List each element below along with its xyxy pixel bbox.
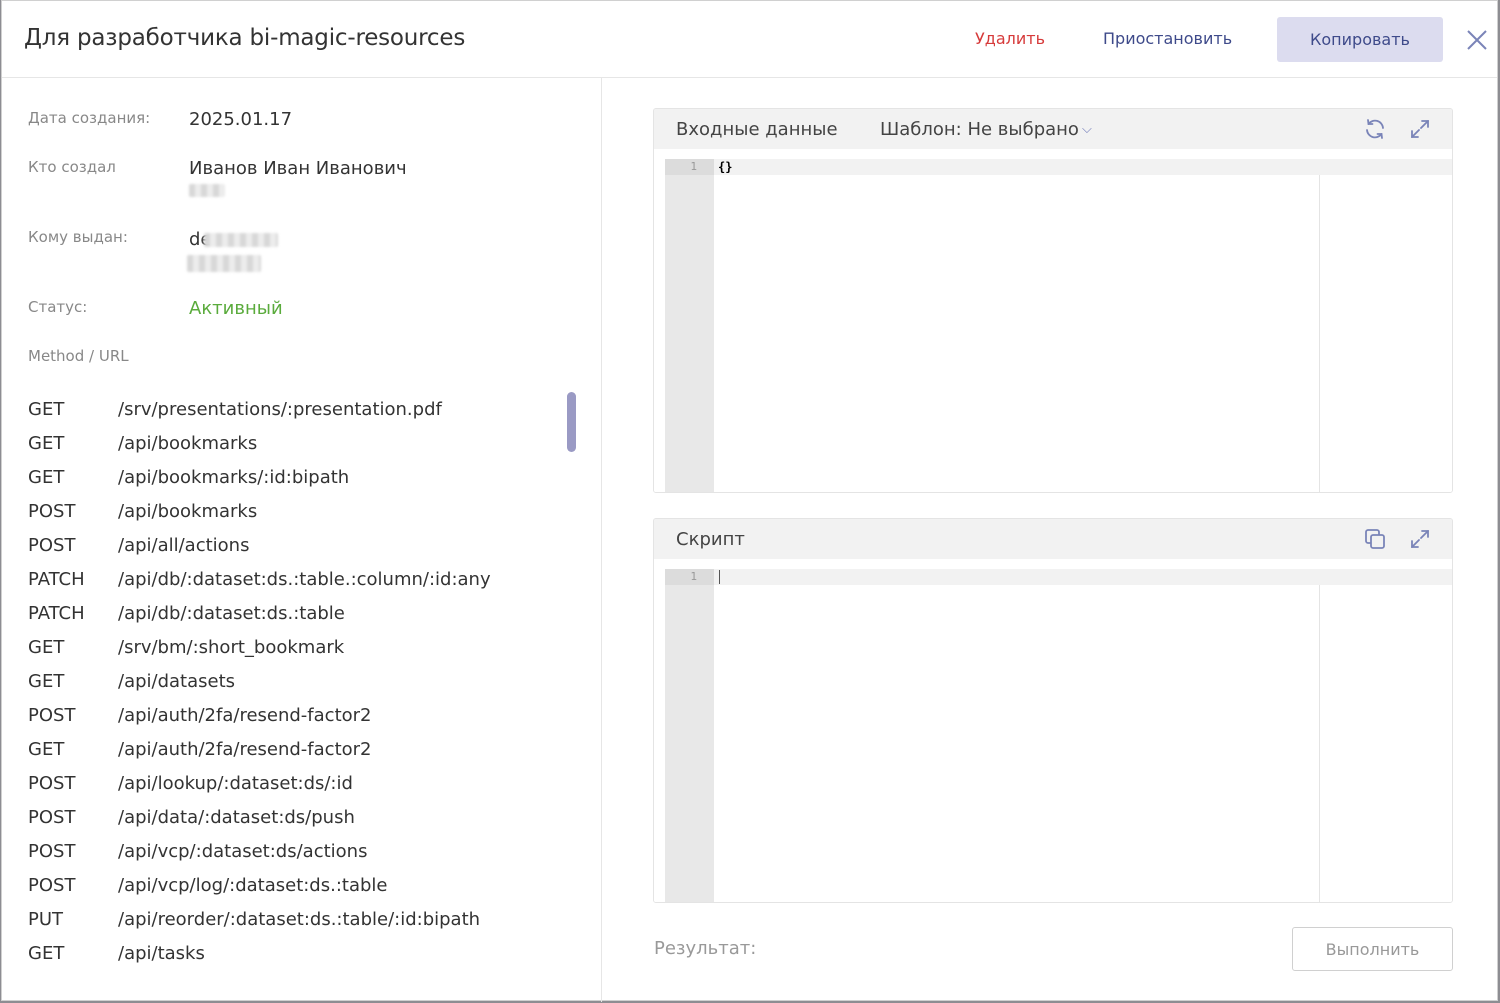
close-icon[interactable] [1465,28,1489,52]
status-label: Статус: [28,298,88,316]
route-url: /api/data/:dataset:ds/push [118,807,355,828]
input-data-editor[interactable]: 1 {} [654,149,1452,492]
route-row: POST/api/data/:dataset:ds/push [28,799,558,833]
created-date-value: 2025.01.17 [189,109,293,130]
script-editor[interactable]: 1 [654,559,1452,902]
route-row: GET/api/datasets [28,663,558,697]
route-row: GET/api/bookmarks [28,425,558,459]
route-url: /api/db/:dataset:ds.:table [118,603,345,624]
expand-icon[interactable] [1408,117,1432,141]
editor-gutter [665,159,714,492]
route-url: /api/bookmarks [118,433,258,454]
script-header: Скрипт [654,519,1452,559]
route-method: POST [28,807,76,828]
route-method: GET [28,671,65,692]
route-row: POST/api/vcp/:dataset:ds/actions [28,833,558,867]
route-method: POST [28,841,76,862]
route-method: PATCH [28,569,85,590]
refresh-icon[interactable] [1363,117,1387,141]
route-row: POST/api/auth/2fa/resend-factor2 [28,697,558,731]
redacted-issued-to-extra [187,255,261,272]
routes-list: GET/srv/presentations/:presentation.pdf G… [28,391,558,969]
editor-print-margin [1319,585,1320,902]
run-button[interactable]: Выполнить [1292,927,1453,971]
route-method: POST [28,773,76,794]
chevron-down-icon: ⌵ [1081,122,1092,137]
modal-header: Для разработчика bi-magic-resources Удал… [2,1,1497,78]
editor-gutter [665,569,714,902]
redacted-issued-to [204,233,278,247]
route-method: POST [28,705,76,726]
routes-header: Method / URL [28,347,129,365]
route-method: GET [28,943,65,964]
route-row: GET/srv/bm/:short_bookmark [28,629,558,663]
route-method: POST [28,501,76,522]
created-date-label: Дата создания: [28,109,151,127]
route-method: POST [28,875,76,896]
expand-icon[interactable] [1408,527,1432,551]
route-row: GET/api/auth/2fa/resend-factor2 [28,731,558,765]
route-method: GET [28,637,65,658]
editor-code: {} [718,160,733,174]
route-url: /api/vcp/:dataset:ds/actions [118,841,368,862]
creator-label: Кто создал [28,158,116,176]
route-row: GET/api/bookmarks/:id:bipath [28,459,558,493]
route-row: PUT/api/reorder/:dataset:ds.:table/:id:b… [28,901,558,935]
copy-button[interactable]: Копировать [1277,17,1443,62]
route-row: GET/srv/presentations/:presentation.pdf [28,391,558,425]
route-method: GET [28,467,65,488]
editor-active-line [714,569,1452,585]
route-method: GET [28,433,65,454]
modal-title: Для разработчика bi-magic-resources [24,25,466,51]
line-number: 1 [665,569,714,585]
route-url: /api/bookmarks/:id:bipath [118,467,350,488]
delete-button[interactable]: Удалить [975,29,1045,48]
route-row: POST/api/lookup/:dataset:ds/:id [28,765,558,799]
editor-print-margin [1319,175,1320,492]
route-method: PUT [28,909,64,930]
token-details-modal: Для разработчика bi-magic-resources Удал… [1,0,1498,1002]
result-label: Результат: [654,938,757,959]
editor-cursor [719,570,720,584]
route-row: PATCH/api/db/:dataset:ds.:table.:column/… [28,561,558,595]
route-row: POST/api/bookmarks [28,493,558,527]
route-url: /api/reorder/:dataset:ds.:table/:id:bipa… [118,909,481,930]
redacted-creator-login [189,184,225,197]
creator-value: Иванов Иван Иванович [189,158,407,179]
copy-icon[interactable] [1363,527,1387,551]
route-method: GET [28,399,65,420]
route-url: /api/db/:dataset:ds.:table.:column/:id:a… [118,569,491,590]
route-row: POST/api/all/actions [28,527,558,561]
route-url: /api/all/actions [118,535,250,556]
input-data-title: Входные данные [676,119,838,140]
route-row: GET/api/tasks [28,935,558,969]
route-url: /api/auth/2fa/resend-factor2 [118,739,372,760]
details-panel: Дата создания: 2025.01.17 Кто создал Ива… [2,78,602,1002]
line-number: 1 [665,159,714,175]
route-url: /api/lookup/:dataset:ds/:id [118,773,353,794]
issued-to-label: Кому выдан: [28,228,128,246]
status-value: Активный [189,298,283,319]
route-row: POST/api/vcp/log/:dataset:ds.:table [28,867,558,901]
editor-active-line [714,159,1452,175]
route-url: /api/datasets [118,671,236,692]
pause-button[interactable]: Приостановить [1103,29,1232,48]
route-method: PATCH [28,603,85,624]
route-method: GET [28,739,65,760]
input-data-header: Входные данные Шаблон: Не выбрано ⌵ [654,109,1452,149]
route-method: POST [28,535,76,556]
template-select[interactable]: Шаблон: Не выбрано ⌵ [880,119,1092,140]
route-url: /api/tasks [118,943,205,964]
route-url: /srv/bm/:short_bookmark [118,637,345,658]
script-panel: Скрипт 1 [653,518,1453,903]
route-url: /api/vcp/log/:dataset:ds.:table [118,875,388,896]
route-row: PATCH/api/db/:dataset:ds.:table [28,595,558,629]
route-url: /api/auth/2fa/resend-factor2 [118,705,372,726]
routes-scrollbar[interactable] [567,392,576,452]
input-data-panel: Входные данные Шаблон: Не выбрано ⌵ 1 {} [653,108,1453,493]
route-url: /api/bookmarks [118,501,258,522]
route-url: /srv/presentations/:presentation.pdf [118,399,442,420]
template-select-label: Шаблон: Не выбрано [880,119,1079,140]
script-title: Скрипт [676,529,745,550]
